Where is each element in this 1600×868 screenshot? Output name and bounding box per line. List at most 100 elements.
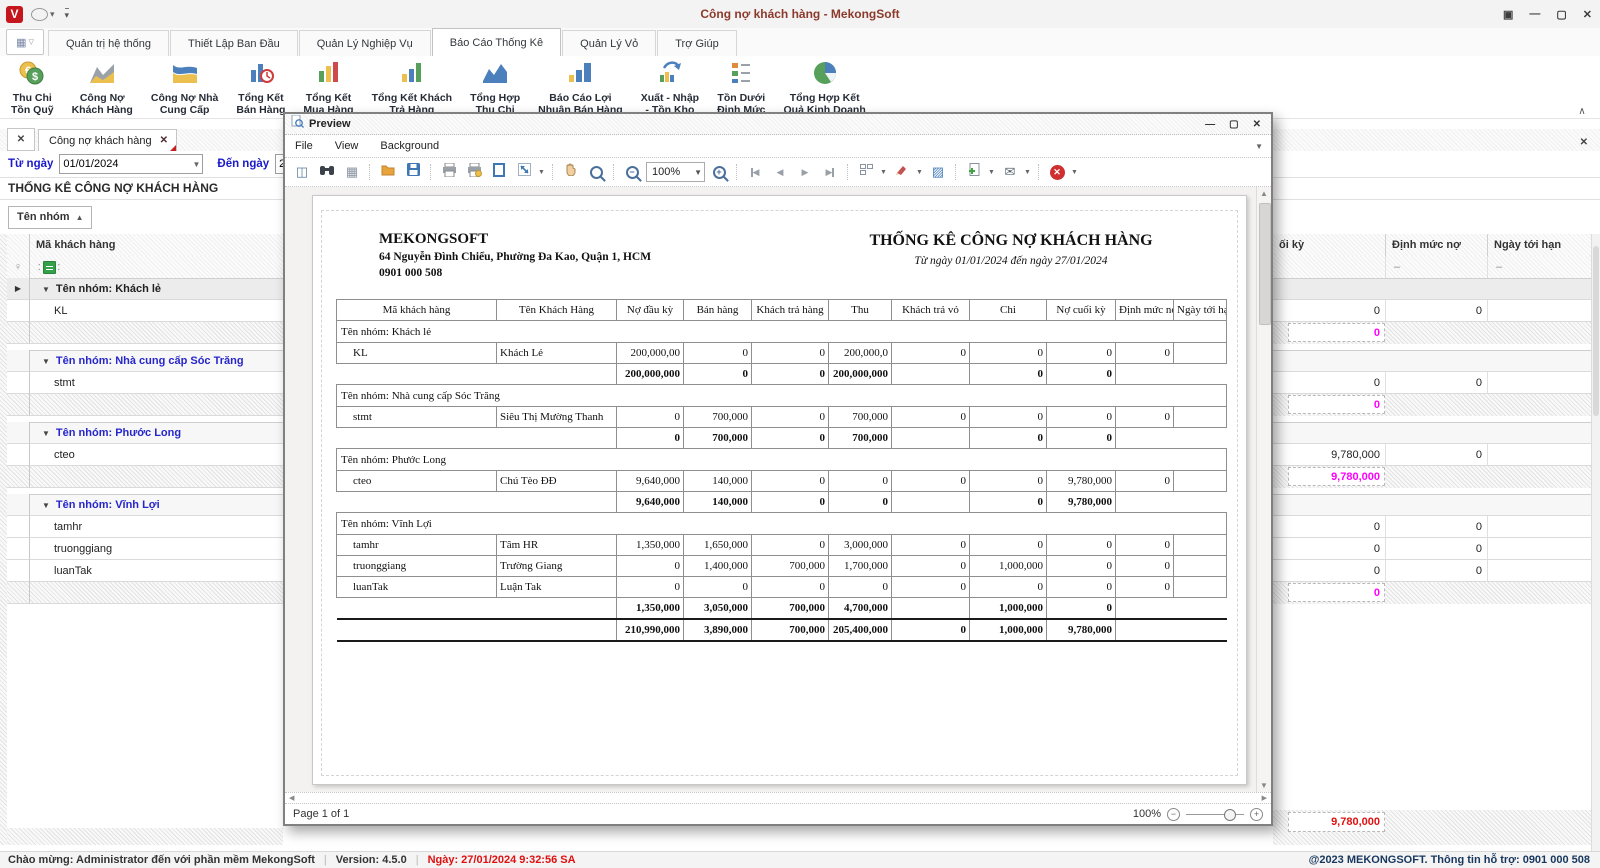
preview-horizontal-scrollbar[interactable]: ◀ ▶	[285, 792, 1271, 804]
last-page-button[interactable]: ▶	[819, 162, 841, 182]
next-page-button[interactable]: ▶	[794, 162, 816, 182]
grid-data-row-right[interactable]: 00	[1273, 538, 1592, 560]
filter-cell[interactable]: –	[1385, 256, 1487, 278]
column-header-dinh-muc-no[interactable]: Định mức nợ	[1385, 234, 1487, 256]
scrollbar-thumb[interactable]	[1259, 203, 1271, 325]
grid-cell[interactable]: 9,780,000	[1273, 444, 1385, 466]
close-preview-button[interactable]: ✕	[1046, 162, 1068, 182]
filter-cell[interactable]: –	[1487, 256, 1592, 278]
close-all-tabs-button[interactable]: ✕	[7, 128, 35, 151]
tab-bao-cao-thong-ke[interactable]: Báo Cáo Thống Kê	[432, 28, 561, 56]
grid-group-row[interactable]: ▼Tên nhóm: Phước Long	[7, 422, 283, 444]
scale-button[interactable]	[513, 162, 535, 182]
chevron-down-icon[interactable]: ▼	[694, 168, 702, 177]
send-email-button[interactable]: ✉	[999, 162, 1021, 182]
menu-view[interactable]: View	[335, 140, 359, 152]
grid-group-row[interactable]: ▼Tên nhóm: Nhà cung cấp Sóc Trăng	[7, 350, 283, 372]
column-header-ma-khach-hang[interactable]: Mã khách hàng	[30, 234, 283, 256]
tab-quan-tri-he-thong[interactable]: Quản trị hệ thống	[48, 30, 169, 56]
fit-window-icon[interactable]: ▣	[1503, 8, 1513, 21]
zoom-plus-icon[interactable]: +	[1250, 808, 1263, 821]
chevron-down-icon[interactable]: ▼	[1024, 169, 1032, 176]
preview-minimize-button[interactable]: —	[1205, 119, 1215, 130]
customer-code-cell[interactable]: truonggiang	[30, 538, 283, 560]
tab-quan-ly-nghiep-vu[interactable]: Quản Lý Nghiệp Vụ	[299, 30, 431, 56]
ribbon-menu-button[interactable]: ▦▽	[6, 29, 44, 55]
grid-cell[interactable]: 0	[1385, 300, 1487, 322]
chevron-down-icon[interactable]: ▼	[988, 169, 996, 176]
scroll-left-icon[interactable]: ◀	[289, 794, 294, 802]
grid-cell[interactable]: 0	[1385, 444, 1487, 466]
zoom-track[interactable]	[1186, 814, 1244, 815]
document-map-button[interactable]: ◫	[291, 162, 313, 182]
print-button[interactable]	[438, 162, 460, 182]
collapse-group-icon[interactable]: ▼	[42, 357, 50, 366]
grid-cell[interactable]	[1487, 516, 1592, 538]
zoom-slider[interactable]: 100% − +	[1133, 808, 1263, 821]
grid-cell[interactable]	[1487, 372, 1592, 394]
export-document-button[interactable]	[963, 162, 985, 182]
grid-data-row-right[interactable]: 00	[1273, 560, 1592, 582]
print-options-button[interactable]	[463, 162, 485, 182]
app-logo-icon[interactable]: V	[6, 6, 23, 23]
button-bao-cao-loi-nhuan[interactable]: Báo Cáo LợiNhuận Bán Hàng	[529, 56, 632, 118]
button-cong-no-khach-hang[interactable]: Công NợKhách Hàng	[63, 56, 142, 118]
open-button[interactable]	[377, 162, 399, 182]
menu-overflow-icon[interactable]: ▼	[1255, 142, 1263, 151]
button-tong-hop-thu-chi[interactable]: Tổng HợpThu Chi	[461, 56, 529, 118]
column-header-no-cuoi-ky[interactable]: ối kỳ	[1273, 234, 1385, 256]
scroll-down-icon[interactable]: ▼	[1257, 781, 1271, 790]
zoom-combo[interactable]: 100%▼	[646, 162, 705, 182]
preview-close-button[interactable]: ✕	[1253, 119, 1261, 130]
tab-thiet-lap-ban-dau[interactable]: Thiết Lập Ban Đầu	[170, 30, 298, 56]
page-color-button[interactable]	[891, 162, 913, 182]
customer-code-cell[interactable]: stmt	[30, 372, 283, 394]
collapse-group-icon[interactable]: ▼	[42, 501, 50, 510]
grid-cell[interactable]: 0	[1273, 516, 1385, 538]
grid-cell[interactable]: 0	[1385, 516, 1487, 538]
tab-quan-ly-vo[interactable]: Quản Lý Vỏ	[562, 30, 656, 56]
button-tong-hop-ket-qua-kinh-doanh[interactable]: Tổng Hợp KếtQuả Kinh Doanh	[775, 56, 875, 118]
scroll-up-icon[interactable]: ▲	[1257, 189, 1271, 198]
chevron-down-icon[interactable]: ▼	[192, 160, 200, 169]
chevron-down-icon[interactable]: ▼	[538, 169, 546, 176]
grid-group-row[interactable]: ▶▼Tên nhóm: Khách lẻ	[7, 278, 283, 300]
grid-data-row[interactable]: KL	[7, 300, 283, 322]
minimize-button[interactable]: —	[1529, 8, 1540, 20]
close-tab-icon[interactable]: ✕	[160, 135, 168, 146]
hand-tool-button[interactable]	[560, 162, 582, 182]
grid-data-row[interactable]: stmt	[7, 372, 283, 394]
watermark-button[interactable]: ▨	[927, 162, 949, 182]
chevron-down-icon[interactable]: ▼	[880, 169, 888, 176]
search-button[interactable]	[316, 162, 338, 182]
tab-tro-giup[interactable]: Trợ Giúp	[657, 30, 736, 56]
toolbar-options-button[interactable]: ▾	[65, 8, 70, 21]
grid-cell[interactable]: 0	[1273, 300, 1385, 322]
grid-data-row[interactable]: luanTak	[7, 560, 283, 582]
grid-cell[interactable]: 0	[1385, 560, 1487, 582]
grid-data-row[interactable]: cteo	[7, 444, 283, 466]
button-cong-no-nha-cung-cap[interactable]: Công Nợ NhàCung Cấp	[142, 56, 228, 118]
grid-cell[interactable]: 0	[1385, 538, 1487, 560]
ribbon-collapse-button[interactable]: ∧	[1572, 106, 1592, 120]
menu-background[interactable]: Background	[380, 140, 439, 152]
zoom-in-button[interactable]: +	[708, 162, 730, 182]
collapse-group-icon[interactable]: ▼	[42, 429, 50, 438]
collapse-group-icon[interactable]: ▼	[42, 285, 50, 294]
zoom-thumb[interactable]	[1224, 809, 1236, 821]
grid-data-row-right[interactable]: 00	[1273, 516, 1592, 538]
grid-cell[interactable]: 0	[1273, 560, 1385, 582]
grid-cell[interactable]	[1487, 560, 1592, 582]
preview-titlebar[interactable]: Preview — ▢ ✕	[285, 114, 1271, 135]
button-xuat-nhap-ton-kho[interactable]: Xuất - Nhập- Tồn Kho	[632, 56, 708, 118]
preview-maximize-button[interactable]: ▢	[1229, 119, 1238, 130]
grid-cell[interactable]: 0	[1385, 372, 1487, 394]
magnifier-tool-button[interactable]	[585, 162, 607, 182]
close-button[interactable]: ✕	[1583, 8, 1592, 21]
grid-data-row-right[interactable]: 9,780,0000	[1273, 444, 1592, 466]
prev-page-button[interactable]: ◀	[769, 162, 791, 182]
group-by-chip[interactable]: Tên nhóm ▲	[8, 206, 92, 229]
panel-close-button[interactable]: ✕	[1580, 137, 1588, 148]
column-header-ngay-toi-han[interactable]: Ngày tới hạn	[1487, 234, 1592, 256]
maximize-button[interactable]: ▢	[1556, 8, 1566, 21]
